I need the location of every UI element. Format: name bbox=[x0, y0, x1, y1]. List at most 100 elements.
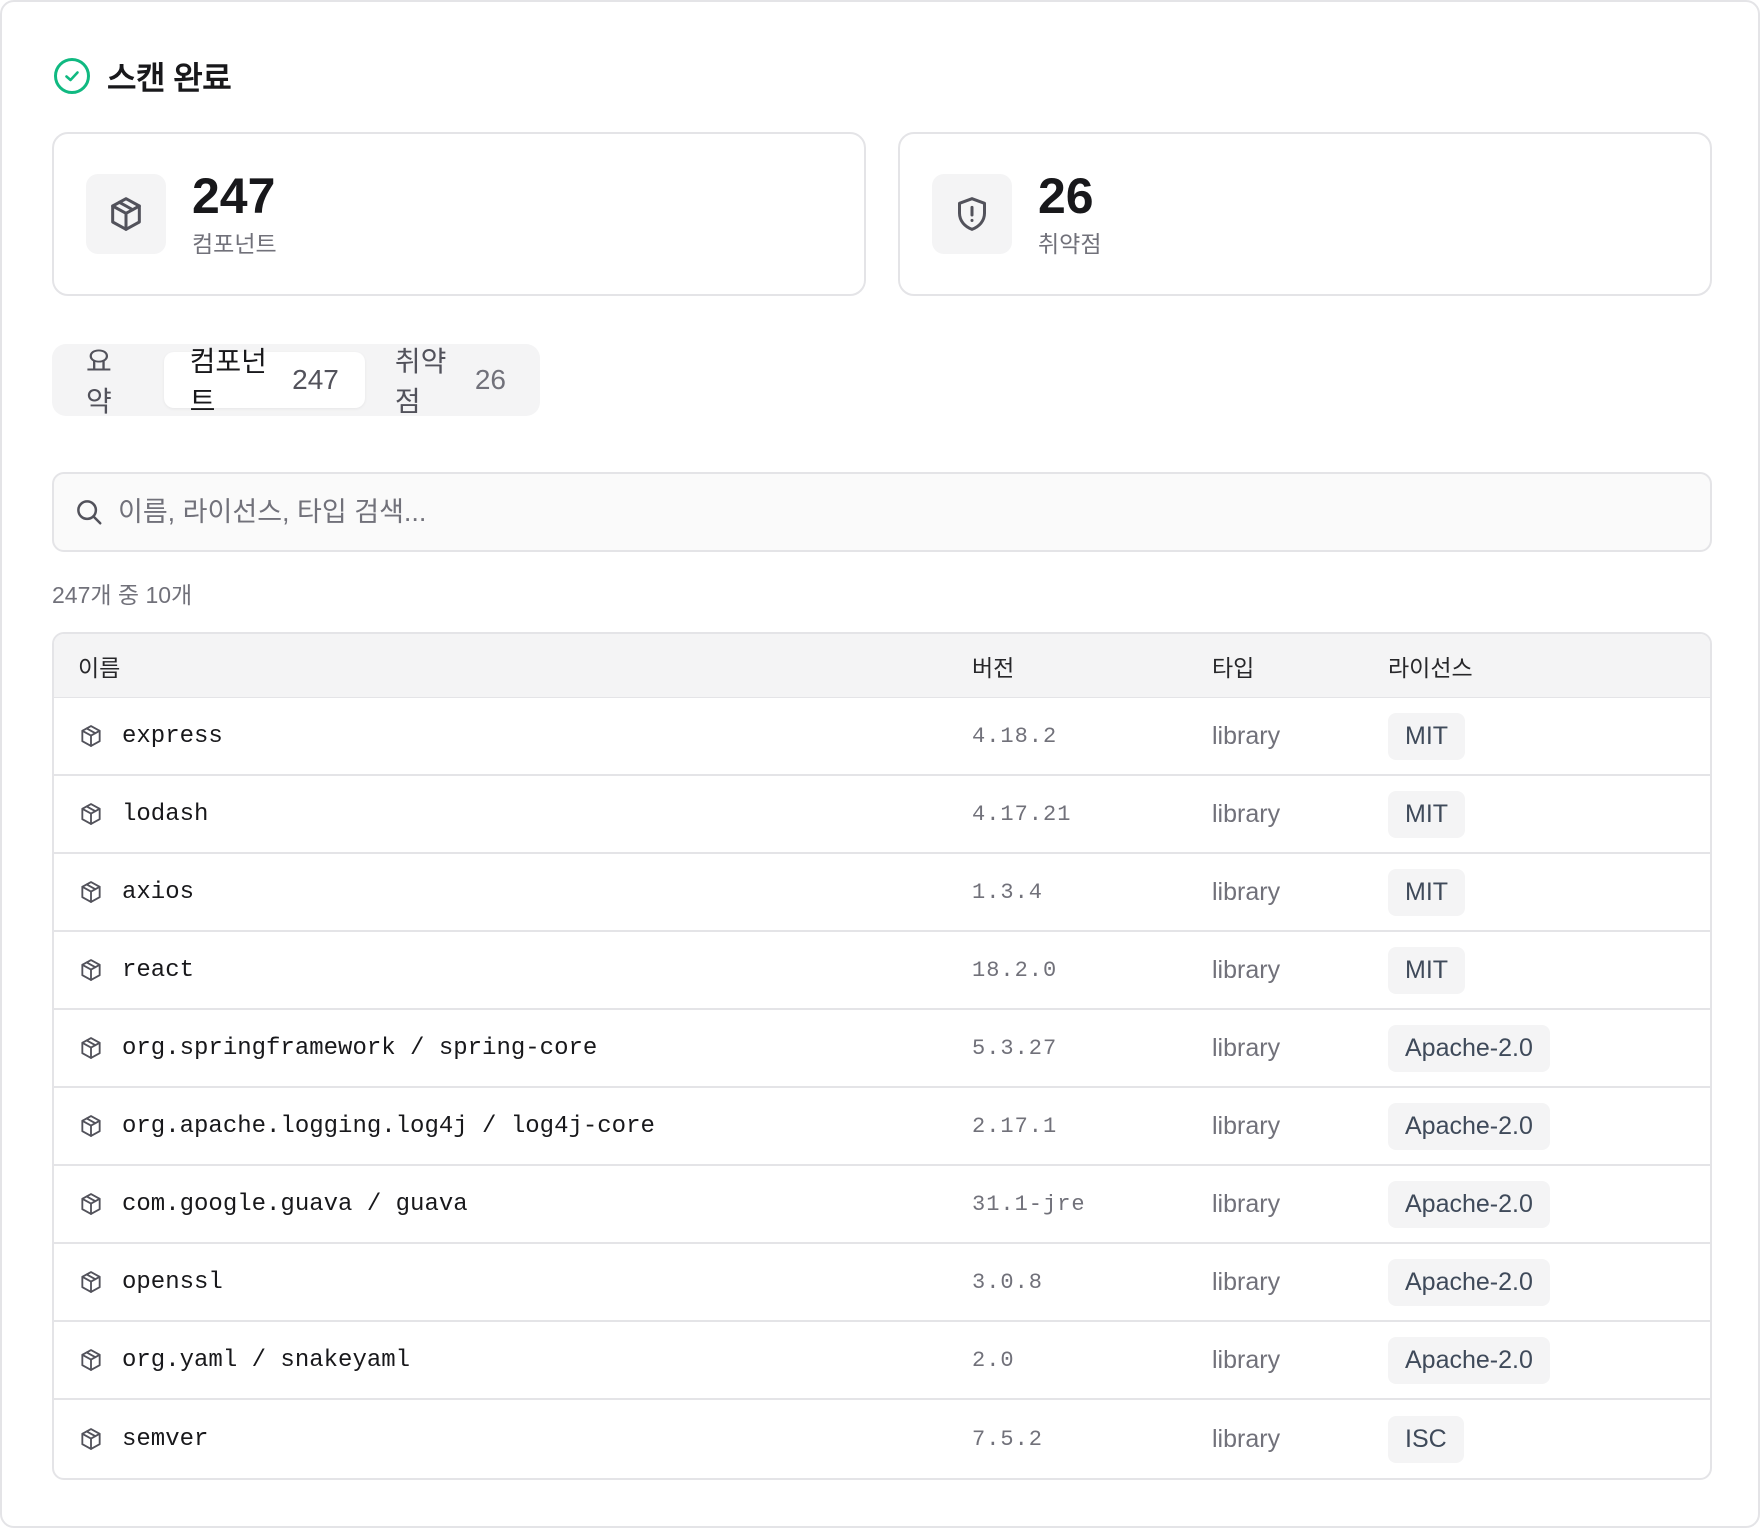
card-icon-wrapper bbox=[86, 174, 166, 254]
license-badge: ISC bbox=[1388, 1415, 1464, 1463]
component-name: org.yaml / snakeyaml bbox=[122, 1346, 411, 1374]
license-cell: Apache-2.0 bbox=[1388, 1180, 1710, 1228]
type-cell: library bbox=[1212, 878, 1388, 907]
component-type: library bbox=[1212, 721, 1281, 750]
type-cell: library bbox=[1212, 1268, 1388, 1297]
header-version[interactable]: 버전 bbox=[972, 649, 1212, 683]
package-icon bbox=[81, 803, 101, 825]
component-name: semver bbox=[122, 1425, 209, 1453]
version-cell: 31.1-jre bbox=[972, 1192, 1212, 1217]
license-cell: MIT bbox=[1388, 790, 1710, 838]
license-badge: Apache-2.0 bbox=[1388, 1258, 1550, 1306]
table-row[interactable]: express 4.18.2 library MIT bbox=[54, 698, 1710, 776]
header-license[interactable]: 라이선스 bbox=[1388, 649, 1710, 683]
version-cell: 5.3.27 bbox=[972, 1036, 1212, 1061]
component-name: axios bbox=[122, 878, 195, 906]
search-icon bbox=[77, 500, 102, 525]
component-type: library bbox=[1212, 1424, 1281, 1453]
component-version: 4.17.21 bbox=[972, 801, 1072, 827]
license-badge: Apache-2.0 bbox=[1388, 1024, 1550, 1072]
table-row[interactable]: lodash 4.17.21 library MIT bbox=[54, 776, 1710, 854]
version-cell: 2.17.1 bbox=[972, 1114, 1212, 1139]
license-cell: ISC bbox=[1388, 1415, 1710, 1463]
tab-summary[interactable]: 요약 bbox=[60, 346, 160, 417]
license-badge: Apache-2.0 bbox=[1388, 1180, 1550, 1228]
scan-header: 스캔 완료 bbox=[53, 53, 232, 99]
type-cell: library bbox=[1212, 1034, 1388, 1063]
tab-bar: 요약 컴포넌트 247 취약점 26 bbox=[52, 344, 540, 417]
type-cell: library bbox=[1212, 1112, 1388, 1141]
table-row[interactable]: com.google.guava / guava 31.1-jre library A… bbox=[54, 1166, 1710, 1244]
tab-components[interactable]: 컴포넌트 247 bbox=[163, 346, 365, 417]
component-type: library bbox=[1212, 799, 1281, 828]
components-table: 이름 버전 타입 라이선스 express 4.18.2 library MIT lod… bbox=[52, 632, 1712, 1480]
package-icon bbox=[81, 1193, 101, 1215]
tab-vulnerabilities[interactable]: 취약점 26 bbox=[369, 346, 532, 417]
component-type: library bbox=[1212, 955, 1281, 984]
component-version: 2.17.1 bbox=[972, 1113, 1058, 1139]
table-row[interactable]: org.springframework / spring-core 5.3.27 l… bbox=[54, 1010, 1710, 1088]
table-row[interactable]: semver 7.5.2 library ISC bbox=[54, 1400, 1710, 1478]
tab-label: 취약점 bbox=[394, 346, 447, 417]
components-count: 247 bbox=[192, 168, 276, 224]
header-name[interactable]: 이름 bbox=[54, 649, 972, 683]
package-icon bbox=[81, 1271, 101, 1293]
component-type: library bbox=[1212, 1345, 1281, 1374]
card-icon-wrapper bbox=[932, 174, 1012, 254]
license-cell: MIT bbox=[1388, 946, 1710, 994]
component-type: library bbox=[1212, 1189, 1281, 1218]
package-icon bbox=[81, 1037, 101, 1059]
license-cell: MIT bbox=[1388, 868, 1710, 916]
scan-result-panel: 스캔 완료 247 컴포넌트 26 취약점 요약 컴포넌트 247 취약점 26… bbox=[0, 0, 1760, 1528]
version-cell: 4.18.2 bbox=[972, 724, 1212, 749]
license-cell: Apache-2.0 bbox=[1388, 1258, 1710, 1306]
search-box bbox=[52, 472, 1712, 552]
type-cell: library bbox=[1212, 956, 1388, 985]
component-name: com.google.guava / guava bbox=[122, 1190, 468, 1218]
name-cell: org.springframework / spring-core bbox=[54, 1035, 972, 1062]
package-icon bbox=[81, 725, 101, 747]
name-cell: express bbox=[54, 723, 972, 750]
component-name: lodash bbox=[122, 800, 209, 828]
vulnerabilities-stat-card: 26 취약점 bbox=[898, 132, 1712, 296]
type-cell: library bbox=[1212, 1190, 1388, 1219]
components-stat-card: 247 컴포넌트 bbox=[52, 132, 866, 296]
components-label: 컴포넌트 bbox=[192, 231, 277, 257]
search-input[interactable] bbox=[118, 496, 1678, 528]
type-cell: library bbox=[1212, 1346, 1388, 1375]
component-version: 3.0.8 bbox=[972, 1269, 1044, 1295]
table-row[interactable]: openssl 3.0.8 library Apache-2.0 bbox=[54, 1244, 1710, 1322]
package-icon bbox=[81, 1115, 101, 1137]
type-cell: library bbox=[1212, 722, 1388, 751]
table-header: 이름 버전 타입 라이선스 bbox=[54, 634, 1710, 698]
vulnerabilities-label: 취약점 bbox=[1038, 231, 1102, 257]
stat-cards: 247 컴포넌트 26 취약점 bbox=[52, 132, 1712, 296]
component-name: react bbox=[122, 956, 195, 984]
table-row[interactable]: org.apache.logging.log4j / log4j-core 2.1… bbox=[54, 1088, 1710, 1166]
version-cell: 18.2.0 bbox=[972, 958, 1212, 983]
license-cell: Apache-2.0 bbox=[1388, 1102, 1710, 1150]
table-row[interactable]: org.yaml / snakeyaml 2.0 library Apache-2.0 bbox=[54, 1322, 1710, 1400]
tab-count: 247 bbox=[292, 364, 339, 395]
name-cell: org.yaml / snakeyaml bbox=[54, 1347, 972, 1374]
license-cell: MIT bbox=[1388, 712, 1710, 760]
license-badge: Apache-2.0 bbox=[1388, 1102, 1550, 1150]
tab-label: 요약 bbox=[86, 346, 112, 417]
license-badge: MIT bbox=[1388, 946, 1466, 994]
name-cell: lodash bbox=[54, 801, 972, 828]
header-type[interactable]: 타입 bbox=[1212, 649, 1388, 683]
type-cell: library bbox=[1212, 1425, 1388, 1454]
component-version: 4.18.2 bbox=[972, 723, 1058, 749]
table-row[interactable]: react 18.2.0 library MIT bbox=[54, 932, 1710, 1010]
version-cell: 7.5.2 bbox=[972, 1427, 1212, 1452]
package-icon bbox=[111, 197, 141, 231]
shield-alert-icon bbox=[958, 197, 986, 231]
table-row[interactable]: axios 1.3.4 library MIT bbox=[54, 854, 1710, 932]
vulnerabilities-count: 26 bbox=[1038, 168, 1094, 224]
check-circle-icon bbox=[54, 58, 90, 94]
page-title: 스캔 완료 bbox=[107, 60, 232, 96]
package-icon bbox=[81, 1349, 101, 1371]
license-cell: Apache-2.0 bbox=[1388, 1336, 1710, 1384]
result-count: 247개 중 10개 bbox=[52, 582, 193, 608]
package-icon bbox=[81, 1428, 101, 1450]
